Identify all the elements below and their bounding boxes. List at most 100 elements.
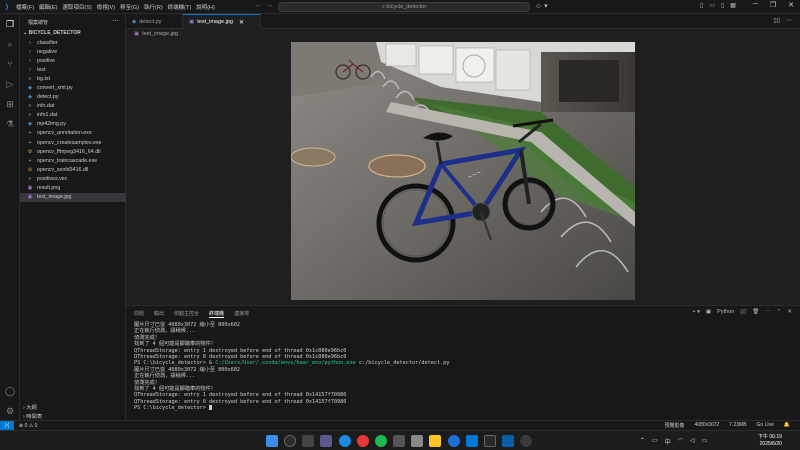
status-item[interactable]: 預覽影像	[665, 422, 685, 429]
file-tree-item[interactable]: ▣ result.png	[20, 184, 126, 193]
panel-actions: + ▾ ▣ Python ▯▯ 🗑 ⋯ ⌃ ✕	[692, 309, 792, 315]
more-actions-icon[interactable]: ⋯	[786, 17, 792, 24]
task-view-icon[interactable]	[302, 435, 314, 447]
panel-tab[interactable]: 終端機	[209, 310, 225, 318]
file-tree-item[interactable]: ≡ positives.vec	[20, 174, 126, 183]
input-method-icon[interactable]: 中	[665, 437, 671, 446]
manage-gear-icon[interactable]: ⚙	[3, 404, 17, 418]
terminal-taskbar-icon[interactable]	[484, 435, 496, 447]
file-tree-label: opencv_annotation.exe	[37, 130, 92, 137]
file-explorer-icon[interactable]	[429, 435, 441, 447]
search-taskbar-icon[interactable]	[284, 435, 296, 447]
battery-icon[interactable]: ▭	[702, 437, 708, 446]
file-tree-item[interactable]: ≡ bg.txt	[20, 74, 126, 83]
more-actions-icon[interactable]: ⋯	[765, 309, 771, 315]
file-tree-item[interactable]: › test	[20, 65, 126, 74]
menu-item[interactable]: 移至(G)	[120, 3, 139, 11]
new-terminal-icon[interactable]: + ▾	[692, 309, 700, 315]
source-control-icon[interactable]: ⑂	[3, 57, 17, 71]
file-tree-item[interactable]: ≡ info1.dat	[20, 111, 126, 120]
app-icon[interactable]	[393, 435, 405, 447]
menu-item[interactable]: 終端機(T)	[168, 3, 192, 11]
chrome-icon[interactable]	[357, 435, 369, 447]
customize-layout-icon[interactable]: ▦	[730, 2, 736, 9]
panel-tab[interactable]: 偵錯主控台	[174, 310, 199, 318]
status-item[interactable]: 7.23MB	[729, 422, 746, 429]
problems-count[interactable]: ⊗ 0 ⚠ 0	[19, 423, 37, 429]
panel-tab[interactable]: 問題	[134, 310, 144, 318]
toggle-primary-sidebar-icon[interactable]: ▯	[700, 2, 703, 9]
search-view-icon[interactable]: ⌕	[3, 37, 17, 51]
notifications-bell-icon[interactable]: 🔔	[784, 422, 790, 429]
widgets-icon[interactable]	[320, 435, 332, 447]
panel-tab[interactable]: 輸出	[154, 310, 164, 318]
minimize-icon[interactable]: ─	[753, 1, 758, 9]
app-icon[interactable]	[520, 435, 532, 447]
menu-item[interactable]: 檔案(F)	[16, 3, 34, 11]
file-tree-item[interactable]: ⚙ opencv_ffmpeg3416_64.dll	[20, 147, 126, 156]
file-tree-item[interactable]: ▪ opencv_createsamples.exe	[20, 138, 126, 147]
file-tree-item[interactable]: ≡ info.dat	[20, 102, 126, 111]
copilot-icon[interactable]: ☺ ▾	[535, 2, 548, 10]
project-root[interactable]: ⌄ BICYCLE_DETECTOR	[23, 30, 81, 36]
terminal-output[interactable]: 圖片尺寸已從 4080x3072 縮小至 800x602 正在執行偵測，請稍候..…	[134, 322, 774, 411]
file-tree-item[interactable]: ▪ opencv_annotation.exe	[20, 129, 126, 138]
extensions-icon[interactable]: ⊞	[3, 97, 17, 111]
status-item[interactable]: Go Live	[757, 422, 774, 429]
run-debug-icon[interactable]: ▷	[3, 77, 17, 91]
volume-icon[interactable]: ◁	[690, 437, 695, 446]
windows-start-icon[interactable]	[266, 435, 278, 447]
more-actions-icon[interactable]: ⋯	[112, 17, 119, 25]
toggle-panel-icon[interactable]: ▭	[709, 2, 715, 9]
app-icon[interactable]	[411, 435, 423, 447]
outline-section[interactable]: › 大綱	[23, 403, 37, 411]
menu-item[interactable]: 選取項目(S)	[62, 3, 91, 11]
menu-item[interactable]: 說明(H)	[196, 3, 215, 11]
display-icon[interactable]: ▭	[652, 437, 658, 446]
split-editor-icon[interactable]: ▯▯	[773, 17, 780, 24]
file-tree-item[interactable]: ◆ convert_xml.py	[20, 83, 126, 92]
clock[interactable]: 下午 06:19 2025/6/20	[758, 434, 782, 448]
close-tab-icon[interactable]: ✕	[239, 19, 244, 26]
maximize-icon[interactable]: ❐	[770, 1, 776, 9]
back-arrow-icon[interactable]: ←	[255, 2, 262, 9]
maximize-panel-icon[interactable]: ⌃	[777, 309, 782, 315]
remote-icon[interactable]: ⟩⟨	[0, 420, 14, 431]
file-tree-item[interactable]: ◆ detect.py	[20, 93, 126, 102]
file-tree-item[interactable]: ◆ mp42img.py	[20, 120, 126, 129]
forward-arrow-icon[interactable]: →	[266, 2, 273, 9]
vscode-taskbar-icon[interactable]	[466, 435, 478, 447]
split-terminal-icon[interactable]: ▯▯	[740, 309, 746, 315]
toggle-secondary-sidebar-icon[interactable]: ▯	[721, 2, 724, 9]
close-panel-icon[interactable]: ✕	[787, 309, 792, 315]
menu-item[interactable]: 檢視(V)	[97, 3, 115, 11]
app-icon[interactable]	[448, 435, 460, 447]
tab-detect-py[interactable]: ◆ detect.py	[126, 14, 183, 29]
status-item[interactable]: 4080x3072	[695, 422, 720, 429]
shell-name[interactable]: Python	[717, 309, 734, 315]
menu-item[interactable]: 執行(R)	[144, 3, 163, 11]
command-center-search[interactable]: ⌕ bicycle_detector	[278, 2, 530, 12]
file-tree-item[interactable]: › positive	[20, 56, 126, 65]
file-tree-item[interactable]: › negative	[20, 47, 126, 56]
file-tree-item[interactable]: ▪ opencv_traincascade.exe	[20, 156, 126, 165]
explorer-icon[interactable]: ❐	[3, 17, 17, 31]
chevron-up-icon[interactable]: ⌃	[640, 437, 645, 446]
app-icon[interactable]	[502, 435, 514, 447]
bicycle-photo: ~~~	[291, 42, 635, 300]
spotify-icon[interactable]	[375, 435, 387, 447]
testing-icon[interactable]: ⚗	[3, 117, 17, 131]
tab-test-image[interactable]: ▣ test_image.jpg ✕	[183, 14, 261, 29]
breadcrumb-item[interactable]: test_image.jpg	[142, 31, 178, 37]
menu-item[interactable]: 編輯(E)	[39, 3, 57, 11]
accounts-icon[interactable]: ◯	[3, 384, 17, 398]
timeline-section[interactable]: › 時間表	[23, 412, 42, 420]
close-window-icon[interactable]: ✕	[788, 1, 794, 9]
file-tree-item[interactable]: ⚙ opencv_world3416.dll	[20, 165, 126, 174]
trash-icon[interactable]: 🗑	[752, 309, 759, 315]
edge-icon[interactable]	[339, 435, 351, 447]
panel-tab[interactable]: 連接埠	[234, 310, 249, 318]
wifi-icon[interactable]: ◠	[678, 437, 683, 446]
file-tree-item[interactable]: ▣ test_image.jpg	[20, 192, 126, 202]
file-tree-item[interactable]: › classifier	[20, 38, 126, 47]
